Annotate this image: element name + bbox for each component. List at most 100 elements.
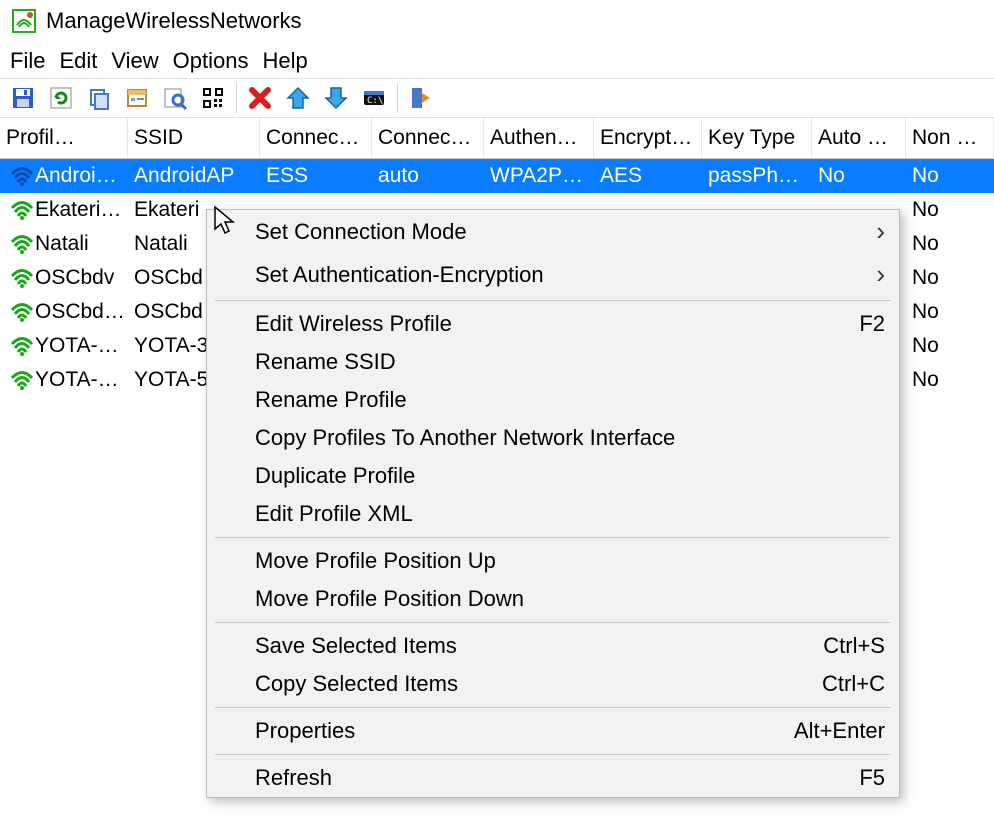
col-ssid[interactable]: SSID bbox=[128, 118, 260, 158]
wifi-icon bbox=[9, 199, 35, 221]
wifi-icon bbox=[9, 335, 35, 357]
wifi-icon bbox=[9, 267, 35, 289]
cell: Natali bbox=[0, 228, 128, 260]
wifi-icon bbox=[9, 369, 35, 391]
context-menu-shortcut: Ctrl+C bbox=[822, 671, 885, 697]
cell: No bbox=[906, 330, 994, 362]
context-menu-item[interactable]: Move Profile Position Up bbox=[207, 542, 899, 580]
context-menu-label: Copy Selected Items bbox=[255, 671, 458, 697]
table-row[interactable]: Androi… AndroidAPESSautoWPA2P…AESpassPhr…… bbox=[0, 159, 994, 193]
toolbar-separator bbox=[236, 83, 237, 113]
cell: No bbox=[906, 194, 994, 226]
col-authen[interactable]: Authen… bbox=[484, 118, 594, 158]
context-menu-label: Duplicate Profile bbox=[255, 463, 415, 489]
context-menu-shortcut: F5 bbox=[859, 765, 885, 791]
col-autos[interactable]: Auto S… bbox=[812, 118, 906, 158]
cell: Androi… bbox=[0, 160, 128, 192]
down-arrow-icon[interactable] bbox=[319, 81, 353, 115]
cell-text: Androi… bbox=[35, 164, 117, 188]
cell: No bbox=[812, 160, 906, 192]
context-menu-label: Edit Wireless Profile bbox=[255, 311, 452, 337]
context-menu-separator bbox=[215, 707, 891, 708]
cell: YOTA-… bbox=[0, 364, 128, 396]
app-icon bbox=[12, 9, 36, 33]
cell: YOTA-… bbox=[0, 330, 128, 362]
cell: WPA2P… bbox=[484, 160, 594, 192]
context-menu-item[interactable]: Set Connection Mode bbox=[207, 210, 899, 253]
col-keytype[interactable]: Key Type bbox=[702, 118, 812, 158]
context-menu-separator bbox=[215, 537, 891, 538]
context-menu: Set Connection Mode Set Authentication-En… bbox=[206, 209, 900, 798]
context-menu-label: Move Profile Position Down bbox=[255, 586, 524, 612]
col-nonb[interactable]: Non B… bbox=[906, 118, 994, 158]
context-menu-label: Set Connection Mode bbox=[255, 219, 467, 245]
cell: OSCbdv bbox=[0, 262, 128, 294]
context-menu-item[interactable]: Rename Profile bbox=[207, 381, 899, 419]
title-bar: ManageWirelessNetworks bbox=[0, 0, 994, 42]
context-menu-label: Rename Profile bbox=[255, 387, 407, 413]
context-menu-item[interactable]: Edit Profile XML bbox=[207, 495, 899, 533]
cell-text: OSCbd… bbox=[35, 300, 125, 324]
cell: passPhr… bbox=[702, 160, 812, 192]
toolbar: C:\ bbox=[0, 78, 994, 118]
col-connect1[interactable]: Connec… bbox=[260, 118, 372, 158]
cell: ESS bbox=[260, 160, 372, 192]
wifi-icon bbox=[9, 233, 35, 255]
up-arrow-icon[interactable] bbox=[281, 81, 315, 115]
cell: AndroidAP bbox=[128, 160, 260, 192]
qr-icon[interactable] bbox=[196, 81, 230, 115]
find-icon[interactable] bbox=[158, 81, 192, 115]
menu-view[interactable]: View bbox=[111, 48, 158, 74]
context-menu-separator bbox=[215, 300, 891, 301]
wifi-icon bbox=[9, 165, 35, 187]
cell-text: YOTA-… bbox=[35, 334, 119, 358]
context-menu-label: Edit Profile XML bbox=[255, 501, 413, 527]
refresh-icon[interactable] bbox=[44, 81, 78, 115]
context-menu-item[interactable]: Duplicate Profile bbox=[207, 457, 899, 495]
context-menu-shortcut: Alt+Enter bbox=[794, 718, 885, 744]
wifi-icon bbox=[9, 301, 35, 323]
properties-icon[interactable] bbox=[120, 81, 154, 115]
col-connect2[interactable]: Connec… bbox=[372, 118, 484, 158]
context-menu-separator bbox=[215, 754, 891, 755]
cell-text: OSCbdv bbox=[35, 266, 114, 290]
menu-options[interactable]: Options bbox=[173, 48, 249, 74]
context-menu-item[interactable]: Refresh F5 bbox=[207, 759, 899, 797]
delete-icon[interactable] bbox=[243, 81, 277, 115]
menu-edit[interactable]: Edit bbox=[59, 48, 97, 74]
window-title: ManageWirelessNetworks bbox=[46, 8, 302, 34]
menu-file[interactable]: File bbox=[10, 48, 45, 74]
exit-icon[interactable] bbox=[404, 81, 438, 115]
context-menu-item[interactable]: Set Authentication-Encryption bbox=[207, 253, 899, 296]
context-menu-separator bbox=[215, 622, 891, 623]
context-menu-item[interactable]: Properties Alt+Enter bbox=[207, 712, 899, 750]
context-menu-label: Copy Profiles To Another Network Interfa… bbox=[255, 425, 675, 451]
cell: Ekateri… bbox=[0, 194, 128, 226]
cell-text: Natali bbox=[35, 232, 89, 256]
context-menu-item[interactable]: Rename SSID bbox=[207, 343, 899, 381]
cell: AES bbox=[594, 160, 702, 192]
svg-text:C:\: C:\ bbox=[367, 96, 383, 106]
context-menu-item[interactable]: Save Selected Items Ctrl+S bbox=[207, 627, 899, 665]
context-menu-label: Move Profile Position Up bbox=[255, 548, 496, 574]
col-encrypt[interactable]: Encrypt… bbox=[594, 118, 702, 158]
context-menu-item[interactable]: Copy Selected Items Ctrl+C bbox=[207, 665, 899, 703]
context-menu-label: Save Selected Items bbox=[255, 633, 457, 659]
cell: auto bbox=[372, 160, 484, 192]
col-profile[interactable]: Profil… bbox=[0, 118, 128, 158]
command-icon[interactable]: C:\ bbox=[357, 81, 391, 115]
cell-text: Ekateri… bbox=[35, 198, 121, 222]
cell: No bbox=[906, 262, 994, 294]
context-menu-label: Refresh bbox=[255, 765, 332, 791]
cell-text: YOTA-… bbox=[35, 368, 119, 392]
copy-icon[interactable] bbox=[82, 81, 116, 115]
context-menu-shortcut: Ctrl+S bbox=[823, 633, 885, 659]
menu-help[interactable]: Help bbox=[263, 48, 308, 74]
menu-bar: File Edit View Options Help bbox=[0, 42, 994, 78]
cell: No bbox=[906, 228, 994, 260]
context-menu-label: Properties bbox=[255, 718, 355, 744]
context-menu-item[interactable]: Move Profile Position Down bbox=[207, 580, 899, 618]
context-menu-item[interactable]: Edit Wireless ProfileF2 bbox=[207, 305, 899, 343]
save-icon[interactable] bbox=[6, 81, 40, 115]
context-menu-item[interactable]: Copy Profiles To Another Network Interfa… bbox=[207, 419, 899, 457]
